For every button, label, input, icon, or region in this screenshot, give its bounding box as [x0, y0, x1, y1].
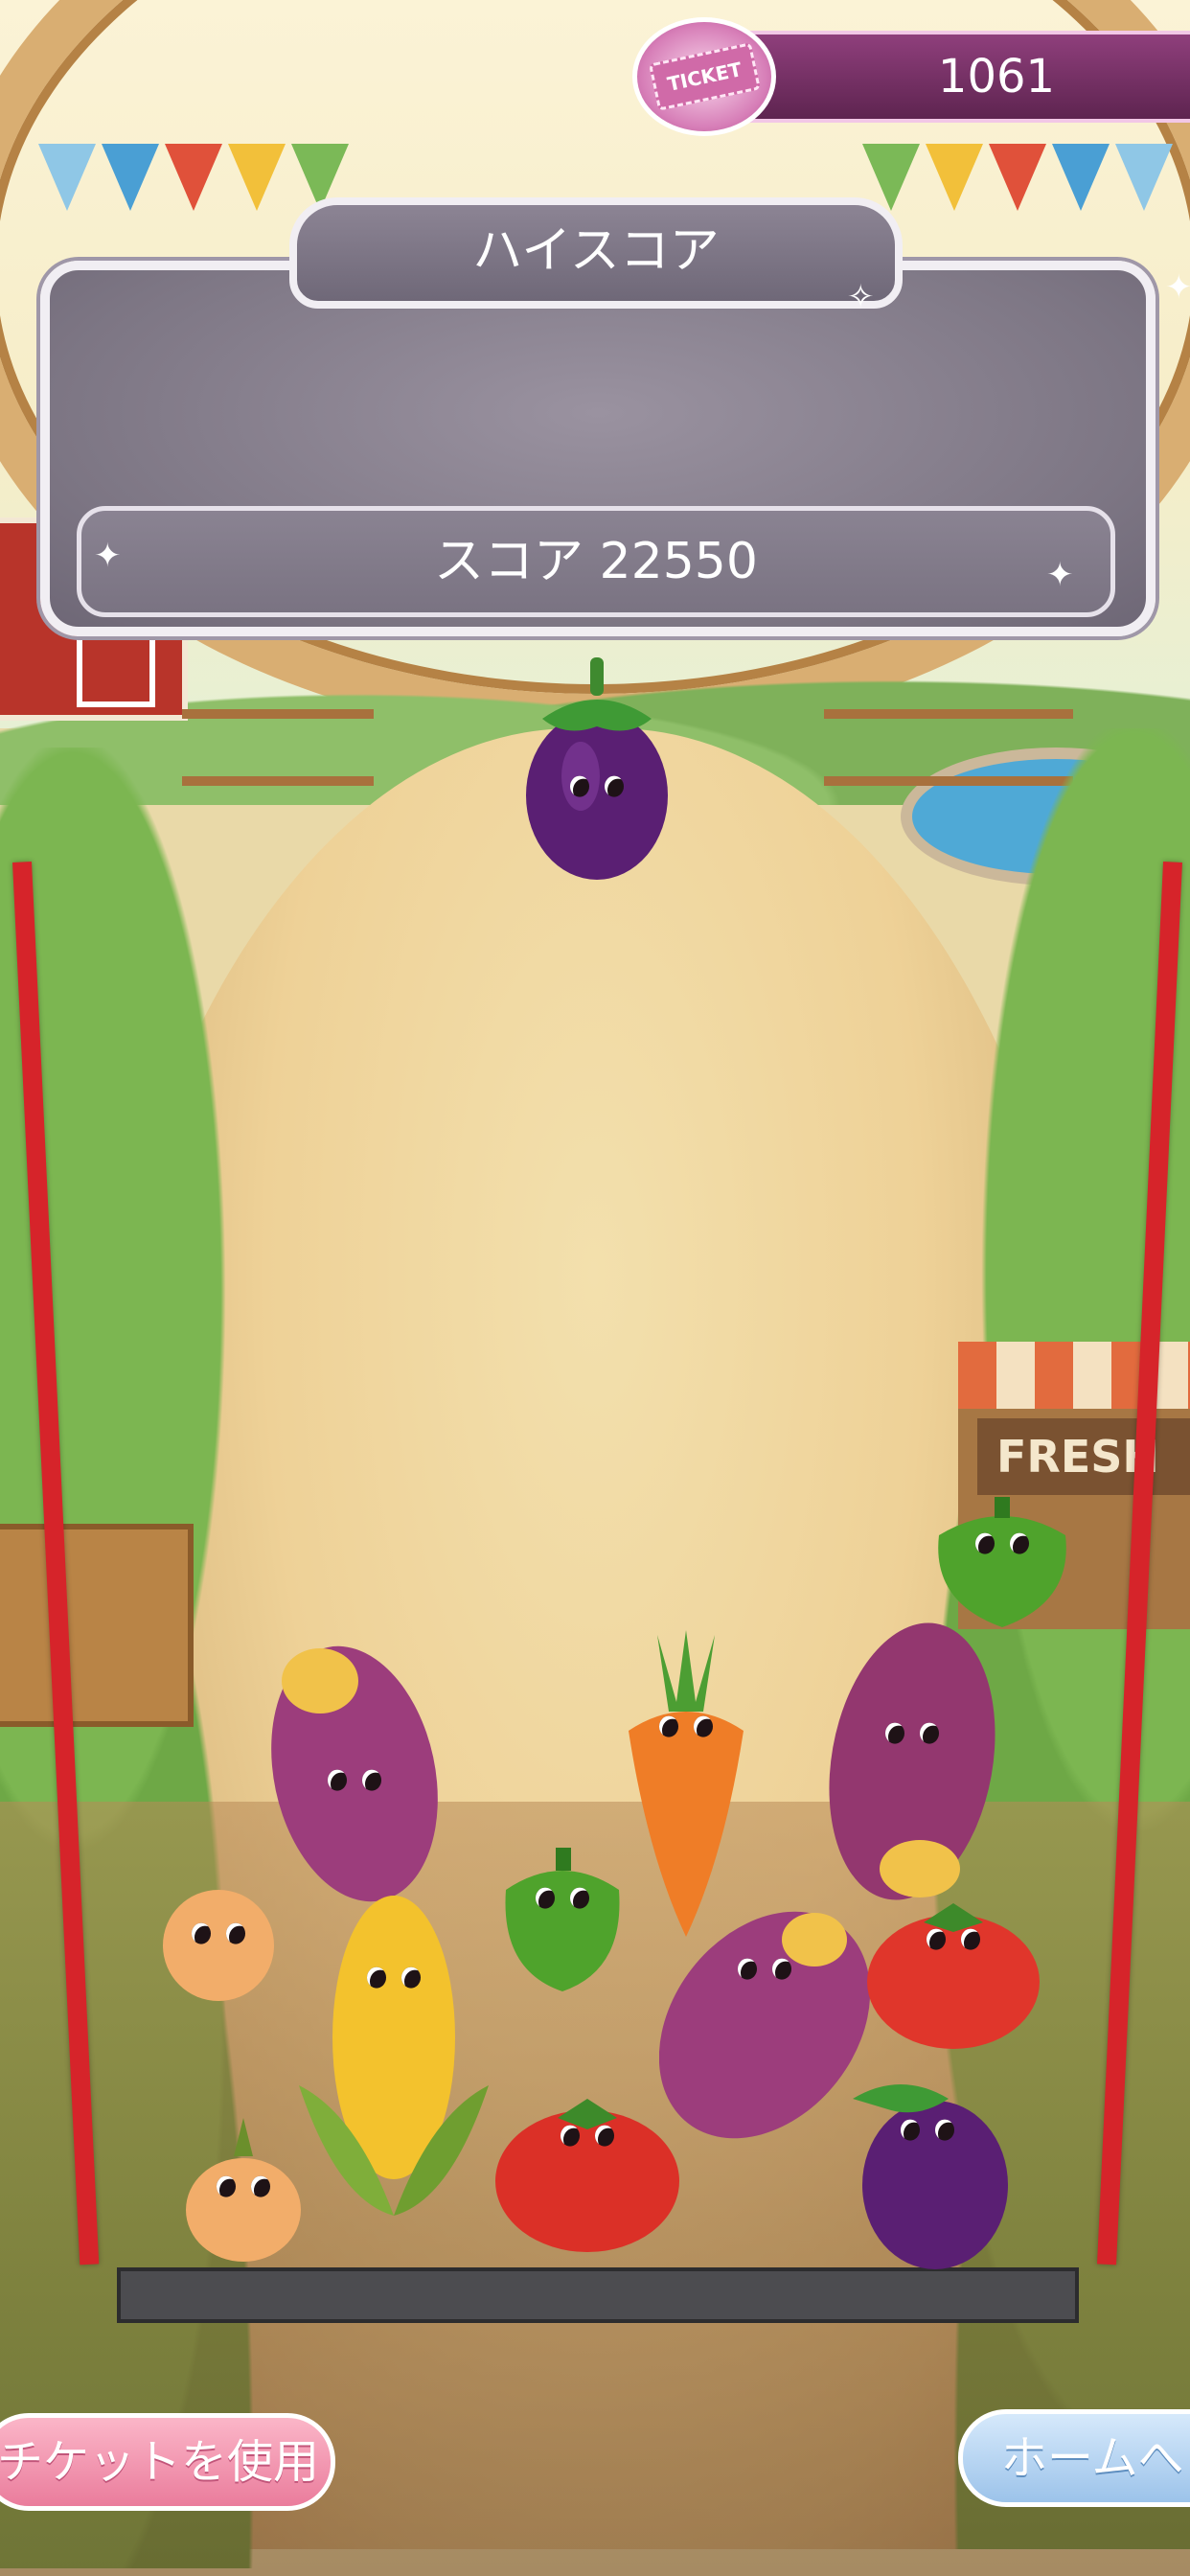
container-floor: [117, 2267, 1079, 2323]
green-pepper: [498, 1848, 627, 1995]
onion: [161, 1884, 276, 2003]
sparkle-icon: ✧: [847, 278, 875, 316]
sweet-potato: [270, 1641, 439, 1907]
onion: [184, 2118, 303, 2266]
sparkle-icon: ✦: [94, 537, 122, 575]
carrot: [619, 1625, 753, 1942]
corn: [299, 1894, 489, 2216]
sparkle-icon: ✦: [1046, 556, 1074, 594]
bunting-left: [38, 144, 349, 211]
sparkle-icon: ✦: [1165, 268, 1190, 307]
score-display: スコア 22550: [77, 506, 1115, 617]
next-piece-eggplant: [523, 652, 671, 882]
tomato: [866, 1903, 1041, 2051]
ticket-count: 1061: [937, 50, 1056, 104]
sweet-potato: [658, 1905, 871, 2145]
green-pepper: [929, 1497, 1075, 1631]
stand-sign: FRESH: [977, 1418, 1190, 1495]
use-ticket-button[interactable]: チケットを使用: [0, 2413, 335, 2511]
high-score-label: ハイスコア: [289, 197, 903, 309]
eggplant: [843, 2060, 1012, 2271]
ticket-icon-label: TICKET: [648, 42, 761, 111]
game-scene: FRESH 1061 TICKET ハイスコア スコア 22550 ✦ ✦ ✧ …: [0, 0, 1190, 2576]
bunting-right: [862, 144, 1173, 211]
ticket-icon: TICKET: [632, 17, 776, 136]
carrot-crate: [0, 1524, 194, 1727]
home-button[interactable]: ホームへ: [958, 2409, 1190, 2507]
tomato: [494, 2099, 680, 2254]
sweet-potato: [828, 1618, 996, 1905]
